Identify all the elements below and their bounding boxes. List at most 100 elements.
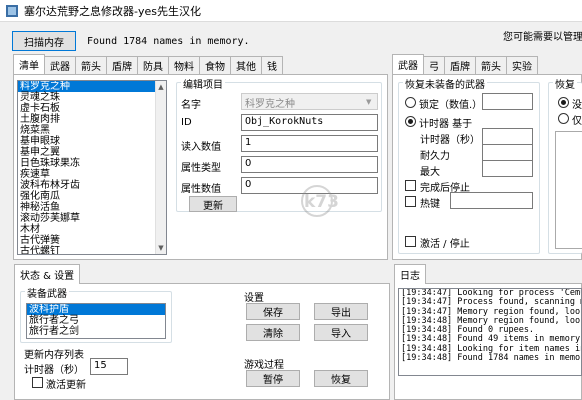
item-list-scrollbar[interactable]: ▲ ▼: [155, 81, 166, 254]
activate-refresh-checkbox[interactable]: [32, 377, 43, 388]
list-item[interactable]: 旅行者之弓: [27, 315, 165, 326]
update-button[interactable]: 更新: [189, 196, 237, 212]
id-field[interactable]: Obj_KorokNuts: [241, 114, 378, 131]
lock-radio[interactable]: [405, 97, 416, 108]
tab-left-3[interactable]: 盾牌: [106, 56, 138, 74]
tab-left-1[interactable]: 武器: [44, 56, 76, 74]
attr-type-field-value: 0: [245, 158, 252, 169]
list-item[interactable]: 波科布林牙齿: [18, 180, 166, 191]
list-item[interactable]: 料罗克之种: [18, 81, 166, 92]
id-field-value: Obj_KorokNuts: [245, 116, 324, 127]
name-field-value: 科罗克之种: [245, 99, 295, 110]
tab-status-settings[interactable]: 状态 & 设置: [14, 264, 81, 284]
durability-field[interactable]: [482, 144, 533, 161]
tab-left-8[interactable]: 钱: [261, 56, 283, 74]
refresh-timer-label: 计时器（秒）: [24, 365, 84, 376]
hotkey-field[interactable]: [450, 192, 533, 209]
hotkey-checkbox[interactable]: [405, 196, 416, 207]
list-item[interactable]: 灵魂之珠: [18, 92, 166, 103]
resume-button[interactable]: 恢复: [314, 370, 368, 387]
timer-sec-label: 计时器（秒）: [420, 135, 480, 146]
tab-right-0[interactable]: 武器: [392, 54, 424, 74]
list-item[interactable]: 疾速草: [18, 169, 166, 180]
restore2-option1-radio[interactable]: [558, 97, 569, 108]
timer-radio[interactable]: [405, 116, 416, 127]
activate-refresh-label: 激活更新: [46, 380, 86, 391]
title-bar: 塞尔达荒野之息修改器-yes先生汉化: [0, 0, 582, 22]
attr-type-label: 属性类型: [181, 163, 221, 174]
stop-after-checkbox[interactable]: [405, 180, 416, 191]
tab-log[interactable]: 日志: [394, 264, 426, 284]
name-label: 名字: [181, 100, 201, 111]
equip-title: 装备武器: [25, 285, 69, 300]
id-label: ID: [181, 117, 192, 128]
list-item[interactable]: 旅行者之剑: [27, 326, 165, 337]
list-item[interactable]: 波科护盾: [27, 304, 165, 315]
log-output[interactable]: [19:34:47] Looking for process 'Cemu [19:…: [398, 288, 582, 376]
scroll-up-icon[interactable]: ▲: [156, 83, 166, 91]
restore2-option2-radio[interactable]: [558, 113, 569, 124]
list-item[interactable]: 基申之翼: [18, 147, 166, 158]
list-item[interactable]: 基申眼球: [18, 136, 166, 147]
tab-right-1[interactable]: 弓: [423, 56, 445, 74]
window-title: 塞尔达荒野之息修改器-yes先生汉化: [24, 5, 201, 18]
max-field[interactable]: [482, 160, 533, 177]
refresh-title: 更新内存列表: [24, 350, 84, 361]
tab-right-3[interactable]: 箭头: [475, 56, 507, 74]
tab-left-7[interactable]: 其他: [230, 56, 262, 74]
tab-left-0[interactable]: 清单: [13, 54, 45, 74]
activate-stop-label: 激活 / 停止: [420, 239, 470, 250]
list-item[interactable]: 烧菜黑: [18, 125, 166, 136]
clear-button[interactable]: 清除: [246, 324, 300, 341]
list-item[interactable]: 古代螺钉: [18, 246, 166, 254]
export-button[interactable]: 导出: [314, 303, 368, 320]
tab-left-6[interactable]: 食物: [199, 56, 231, 74]
save-button[interactable]: 保存: [246, 303, 300, 320]
restore2-option2-label: 仅: [572, 116, 582, 127]
list-item[interactable]: 古代弹簧: [18, 235, 166, 246]
read-value-field[interactable]: 1: [241, 135, 378, 152]
settings-title: 设置: [244, 293, 264, 304]
scan-memory-button[interactable]: 扫描内存: [12, 31, 76, 51]
lock-value-field[interactable]: [482, 93, 533, 110]
activate-stop-checkbox[interactable]: [405, 236, 416, 247]
list-item[interactable]: 神秘活鱼: [18, 202, 166, 213]
list-item[interactable]: 日色珠球果冻: [18, 158, 166, 169]
read-value-field-value: 1: [245, 137, 252, 148]
refresh-timer-field[interactable]: 15: [90, 358, 128, 375]
list-item[interactable]: 虚卡石板: [18, 103, 166, 114]
edit-item-title: 编辑项目: [181, 76, 225, 91]
import-button[interactable]: 导入: [314, 324, 368, 341]
attr-type-field[interactable]: 0: [241, 156, 378, 173]
max-label: 最大: [420, 167, 440, 178]
list-item[interactable]: 土腹肉排: [18, 114, 166, 125]
scan-status: Found 1784 names in memory.: [87, 36, 250, 47]
durability-label: 耐久力: [420, 151, 450, 162]
list-item[interactable]: 木材: [18, 224, 166, 235]
restore2-title: 恢复: [553, 76, 577, 91]
watermark-logo: k73: [300, 184, 370, 218]
tab-right-2[interactable]: 盾牌: [444, 56, 476, 74]
refresh-timer-value: 15: [94, 360, 107, 371]
scroll-down-icon[interactable]: ▼: [156, 244, 166, 252]
timer-sec-field[interactable]: [482, 128, 533, 145]
tab-left-2[interactable]: 箭头: [75, 56, 107, 74]
tab-right-4[interactable]: 实验: [506, 56, 538, 74]
chevron-down-icon: ▼: [366, 98, 372, 106]
lock-label: 锁定（数值.）: [419, 100, 483, 111]
read-value-label: 读入数值: [181, 142, 221, 153]
list-item[interactable]: 滚动莎芙娜草: [18, 213, 166, 224]
pause-button[interactable]: 暂停: [246, 370, 300, 387]
hotkey-label: 热键: [420, 199, 440, 210]
left-tab-bar: 清单 武器 箭头 盾牌 防具 物料 食物 其他钱: [13, 54, 283, 74]
log-tab-bar: 日志: [394, 264, 426, 284]
list-item[interactable]: 强化南瓜: [18, 191, 166, 202]
attr-value-label: 属性数值: [181, 184, 221, 195]
tab-left-4[interactable]: 防具: [137, 56, 169, 74]
restore-title: 恢复未装备的武器: [403, 76, 487, 91]
equipped-list[interactable]: 波科护盾 旅行者之弓 旅行者之剑: [26, 303, 166, 339]
attr-value-field-value: 0: [245, 179, 252, 190]
tab-left-5[interactable]: 物料: [168, 56, 200, 74]
log-line: [19:34:48] Found 1784 names in memor: [401, 353, 582, 364]
item-list[interactable]: 料罗克之种 灵魂之珠 虚卡石板 土腹肉排 烧菜黑 基申眼球 基申之翼 日色珠球果冻 疾速草 波科布…: [17, 80, 167, 255]
